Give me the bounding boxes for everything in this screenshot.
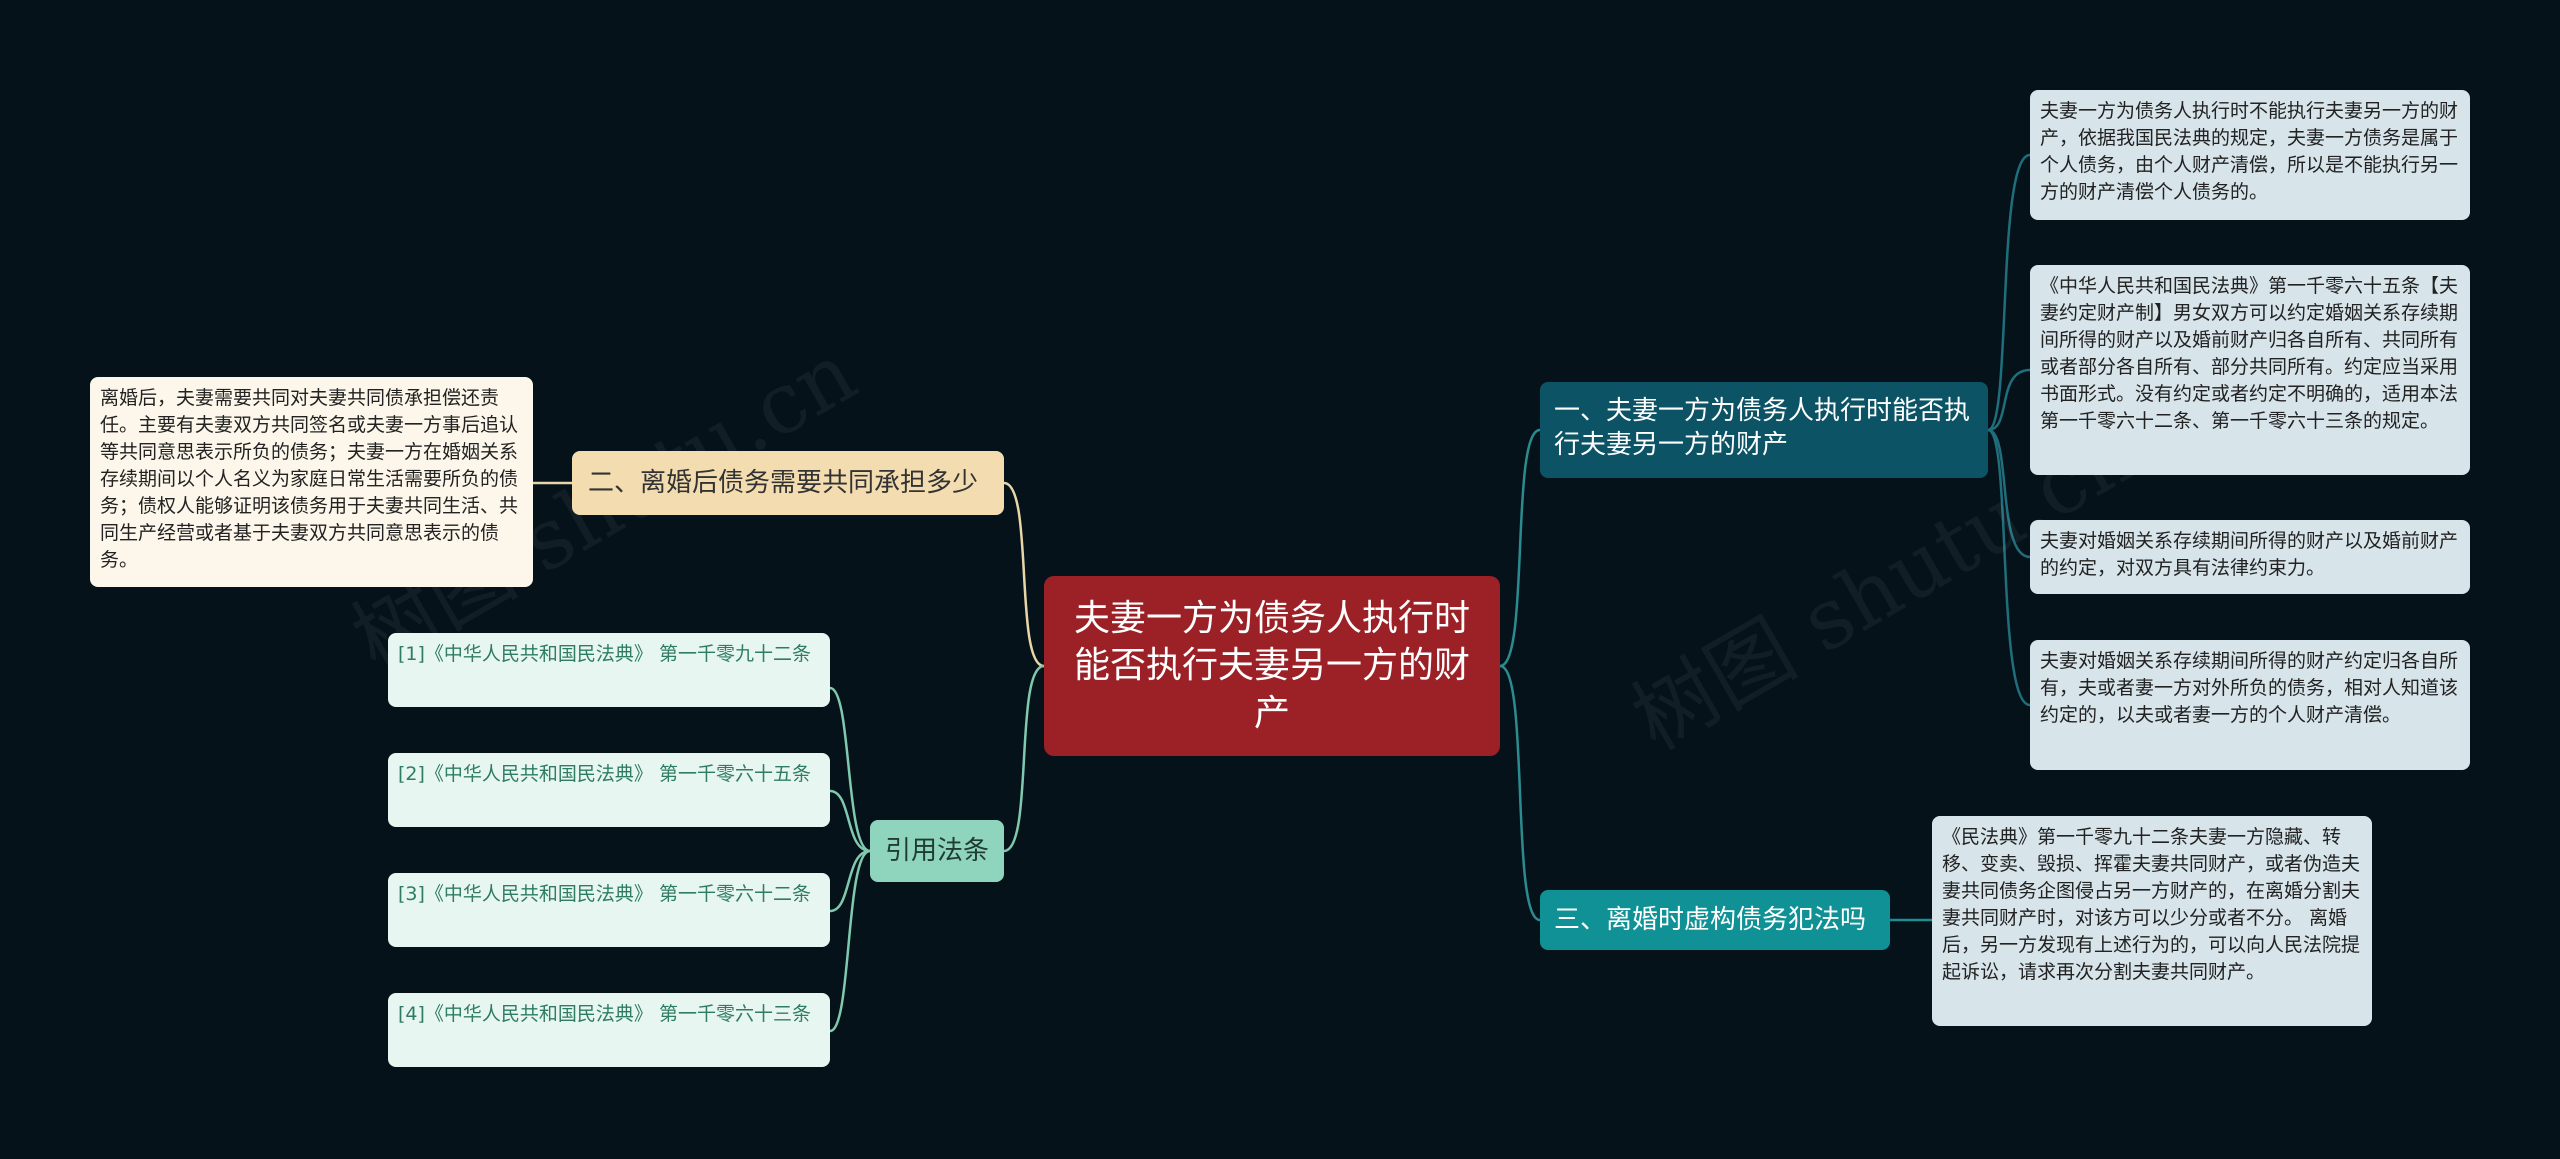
branch-2-topic[interactable]: 二、离婚后债务需要共同承担多少: [572, 451, 1004, 515]
connector-root-b4: [1003, 664, 1045, 853]
branch-4-topic[interactable]: 引用法条: [870, 820, 1004, 882]
branch-4-leaf-4[interactable]: [4]《中华人民共和国民法典》 第一千零六十三条: [388, 993, 830, 1067]
branch-1-leaf-1[interactable]: 夫妻一方为债务人执行时不能执行夫妻另一方的财产，依据我国民法典的规定，夫妻一方债…: [2030, 90, 2470, 220]
branch-1-leaf-2-text: 《中华人民共和国民法典》第一千零六十五条【夫妻约定财产制】男女双方可以约定婚姻关…: [2040, 275, 2459, 432]
connector-root-b1: [1499, 428, 1541, 668]
branch-1-leaf-4-text: 夫妻对婚姻关系存续期间所得的财产约定归各自所有，夫或者妻一方对外所负的债务，相对…: [2040, 650, 2459, 726]
branch-3-label: 三、离婚时虚构债务犯法吗: [1554, 904, 1867, 935]
branch-4-leaf-4-text: [4]《中华人民共和国民法典》 第一千零六十三条: [398, 1003, 811, 1025]
branch-4-leaf-3-text: [3]《中华人民共和国民法典》 第一千零六十二条: [398, 883, 811, 905]
mindmap-canvas: 树图 shutu.cn 树图 shutu.cn 夫妻一方为债务人执行时能否执行夫…: [0, 0, 2560, 1159]
branch-2-leaf-1[interactable]: 离婚后，夫妻需要共同对夫妻共同债承担偿还责任。主要有夫妻双方共同签名或夫妻一方事…: [90, 377, 533, 587]
branch-4-label: 引用法条: [884, 835, 989, 866]
branch-2-label: 二、离婚后债务需要共同承担多少: [588, 467, 979, 498]
branch-1-leaf-4[interactable]: 夫妻对婚姻关系存续期间所得的财产约定归各自所有，夫或者妻一方对外所负的债务，相对…: [2030, 640, 2470, 770]
branch-3-leaf-1-text: 《民法典》第一千零九十二条夫妻一方隐藏、转移、变卖、毁损、挥霍夫妻共同财产，或者…: [1942, 826, 2361, 983]
connector-b1-leaf4: [1987, 428, 2031, 707]
connector-b4-leaf3: [829, 849, 871, 913]
branch-4-leaf-1-text: [1]《中华人民共和国民法典》 第一千零九十二条: [398, 643, 811, 665]
branch-4-leaf-2[interactable]: [2]《中华人民共和国民法典》 第一千零六十五条: [388, 753, 830, 827]
branch-4-leaf-2-text: [2]《中华人民共和国民法典》 第一千零六十五条: [398, 763, 811, 785]
branch-1-leaf-3-text: 夫妻对婚姻关系存续期间所得的财产以及婚前财产的约定，对双方具有法律约束力。: [2040, 530, 2459, 579]
root-topic-label: 夫妻一方为债务人执行时能否执行夫妻另一方的财产: [1073, 597, 1470, 734]
connector-root-b2: [1003, 481, 1045, 668]
branch-4-leaf-1[interactable]: [1]《中华人民共和国民法典》 第一千零九十二条: [388, 633, 830, 707]
branch-1-topic[interactable]: 一、夫妻一方为债务人执行时能否执行夫妻另一方的财产: [1540, 382, 1988, 478]
connector-root-b3: [1499, 664, 1541, 922]
connector-b1-leaf3: [1987, 428, 2031, 559]
branch-1-label: 一、夫妻一方为债务人执行时能否执行夫妻另一方的财产: [1554, 396, 1971, 461]
connector-b4-leaf2: [829, 789, 871, 853]
branch-1-leaf-2[interactable]: 《中华人民共和国民法典》第一千零六十五条【夫妻约定财产制】男女双方可以约定婚姻关…: [2030, 265, 2470, 475]
branch-3-leaf-1[interactable]: 《民法典》第一千零九十二条夫妻一方隐藏、转移、变卖、毁损、挥霍夫妻共同财产，或者…: [1932, 816, 2372, 1026]
branch-1-leaf-3[interactable]: 夫妻对婚姻关系存续期间所得的财产以及婚前财产的约定，对双方具有法律约束力。: [2030, 520, 2470, 594]
branch-3-topic[interactable]: 三、离婚时虚构债务犯法吗: [1540, 890, 1890, 950]
branch-2-leaf-1-text: 离婚后，夫妻需要共同对夫妻共同债承担偿还责任。主要有夫妻双方共同签名或夫妻一方事…: [100, 387, 519, 571]
branch-1-leaf-1-text: 夫妻一方为债务人执行时不能执行夫妻另一方的财产，依据我国民法典的规定，夫妻一方债…: [2040, 100, 2459, 203]
root-topic[interactable]: 夫妻一方为债务人执行时能否执行夫妻另一方的财产: [1044, 576, 1500, 756]
branch-4-leaf-3[interactable]: [3]《中华人民共和国民法典》 第一千零六十二条: [388, 873, 830, 947]
